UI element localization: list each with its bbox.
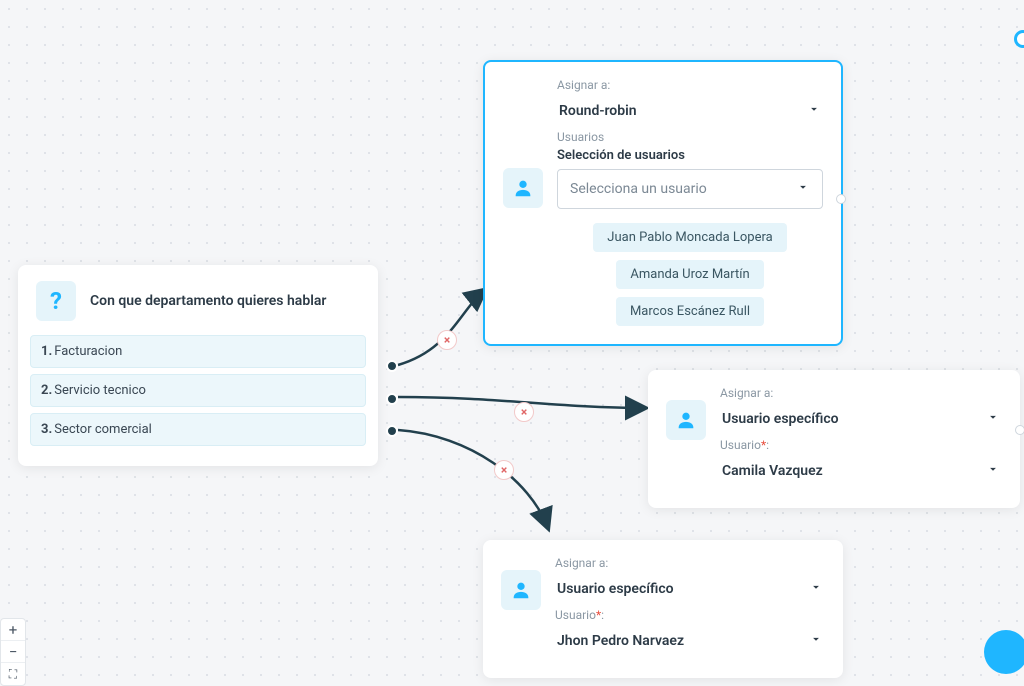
assign-node-specific-1[interactable]: Asignar a: Usuario específico Usuario*: … [648, 370, 1020, 508]
zoom-out-button[interactable]: − [1, 641, 25, 663]
chevron-down-icon [809, 632, 823, 650]
assign-label: Asignar a: [557, 78, 823, 92]
assign-type-select[interactable]: Usuario específico [555, 574, 825, 608]
assign-type-select[interactable]: Usuario específico [720, 404, 1002, 438]
edge-indicator [1014, 30, 1024, 48]
user-value: Camila Vazquez [722, 463, 823, 479]
chevron-down-icon [809, 580, 823, 598]
user-icon [666, 400, 706, 440]
option-label: Servicio tecnico [54, 383, 146, 398]
user-chip[interactable]: Amanda Uroz Martín [616, 260, 763, 289]
option-item[interactable]: 3. Sector comercial [30, 413, 366, 446]
question-title: Con que departamento quieres hablar [90, 293, 326, 309]
zoom-fit-button[interactable]: ⛶ [1, 663, 25, 685]
remove-connection-button[interactable]: × [437, 330, 457, 350]
question-header: ? Con que departamento quieres hablar [18, 265, 378, 335]
zoom-controls: + − ⛶ [0, 618, 26, 686]
user-select-dropdown[interactable]: Selecciona un usuario [557, 169, 823, 209]
user-label: Usuario*: [720, 438, 1002, 452]
assign-label: Asignar a: [555, 556, 825, 570]
question-node[interactable]: ? Con que departamento quieres hablar 1.… [18, 265, 378, 466]
option-number: 3. [41, 422, 52, 437]
connector-dot[interactable] [386, 393, 398, 405]
users-label: Usuarios [557, 130, 823, 144]
assign-label: Asignar a: [720, 386, 1002, 400]
help-fab[interactable] [984, 630, 1024, 674]
user-select[interactable]: Jhon Pedro Narvaez [555, 626, 825, 660]
user-label: Usuario*: [555, 608, 825, 622]
option-label: Facturacion [54, 344, 122, 359]
assign-node-specific-2[interactable]: Asignar a: Usuario específico Usuario*: … [483, 540, 843, 678]
chevron-down-icon [986, 410, 1000, 428]
user-chip[interactable]: Juan Pablo Moncada Lopera [593, 223, 786, 252]
option-item[interactable]: 2. Servicio tecnico [30, 374, 366, 407]
chevron-down-icon [986, 462, 1000, 480]
connector-dot[interactable] [386, 425, 398, 437]
users-sublabel: Selección de usuarios [557, 148, 823, 163]
user-select[interactable]: Camila Vazquez [720, 456, 1002, 490]
user-value: Jhon Pedro Narvaez [557, 633, 684, 649]
output-connector[interactable] [836, 194, 846, 204]
user-icon [503, 168, 543, 208]
output-connector[interactable] [1015, 425, 1024, 435]
assign-node-roundrobin[interactable]: Asignar a: Round-robin Usuarios Selecció… [483, 60, 843, 346]
assign-type-value: Usuario específico [557, 581, 674, 597]
option-number: 1. [41, 344, 52, 359]
user-icon [501, 570, 541, 610]
assign-type-select[interactable]: Round-robin [557, 96, 823, 130]
option-list: 1. Facturacion 2. Servicio tecnico 3. Se… [18, 335, 378, 466]
remove-connection-button[interactable]: × [494, 460, 514, 480]
assign-type-value: Round-robin [559, 103, 637, 119]
option-label: Sector comercial [54, 422, 152, 437]
option-number: 2. [41, 383, 52, 398]
connector-dot[interactable] [386, 360, 398, 372]
zoom-in-button[interactable]: + [1, 619, 25, 641]
chevron-down-icon [807, 102, 821, 120]
option-item[interactable]: 1. Facturacion [30, 335, 366, 368]
user-chip[interactable]: Marcos Escánez Rull [616, 297, 764, 326]
chevron-down-icon [796, 180, 810, 198]
selected-users-chips: Juan Pablo Moncada Lopera Amanda Uroz Ma… [557, 223, 823, 326]
remove-connection-button[interactable]: × [514, 402, 534, 422]
question-icon: ? [36, 281, 76, 321]
assign-type-value: Usuario específico [722, 411, 839, 427]
dropdown-placeholder: Selecciona un usuario [570, 181, 707, 197]
